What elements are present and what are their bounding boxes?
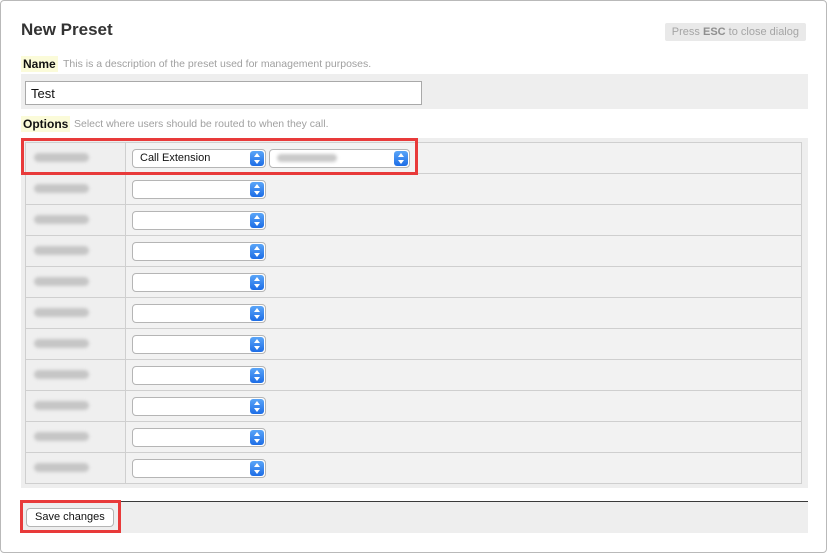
routing-type-select[interactable]	[132, 179, 266, 199]
phone-number-cell	[25, 235, 126, 267]
routing-type-select[interactable]: Call Extension	[132, 148, 266, 168]
option-row	[25, 173, 802, 205]
routing-cell	[125, 204, 802, 236]
phone-number-cell	[25, 421, 126, 453]
redacted-phone-number	[34, 432, 89, 441]
redacted-phone-number	[34, 463, 89, 472]
phone-number-cell	[25, 359, 126, 391]
select-arrows-icon	[250, 243, 264, 259]
redacted-phone-number	[34, 153, 89, 162]
routing-type-select[interactable]	[132, 458, 266, 478]
select-arrows-icon	[250, 398, 264, 414]
routing-cell	[125, 421, 802, 453]
esc-hint-key: ESC	[702, 26, 726, 38]
select-arrows-icon	[250, 336, 264, 352]
extension-select[interactable]	[269, 148, 410, 168]
routing-type-select[interactable]	[132, 241, 266, 261]
phone-number-cell	[25, 266, 126, 298]
redacted-phone-number	[34, 215, 89, 224]
options-table: Call Extension	[25, 142, 802, 484]
routing-cell	[125, 266, 802, 298]
select-arrows-icon	[250, 274, 264, 290]
name-label: Name	[21, 56, 58, 72]
phone-number-cell	[25, 328, 126, 360]
phone-number-cell	[25, 452, 126, 484]
redacted-phone-number	[34, 401, 89, 410]
name-description: This is a description of the preset used…	[63, 58, 372, 70]
routing-cell	[125, 297, 802, 329]
select-arrows-icon	[250, 181, 264, 197]
select-arrows-icon	[394, 150, 408, 166]
routing-type-select[interactable]	[132, 303, 266, 323]
redacted-phone-number	[34, 370, 89, 379]
option-row	[25, 421, 802, 453]
routing-cell: Call Extension	[125, 142, 802, 174]
options-label: Options	[21, 116, 71, 132]
redacted-phone-number	[34, 308, 89, 317]
phone-number-cell	[25, 204, 126, 236]
new-preset-dialog: New Preset Press ESC to close dialog Nam…	[0, 0, 827, 553]
redacted-extension-value	[277, 153, 337, 162]
routing-cell	[125, 390, 802, 422]
routing-type-select[interactable]	[132, 272, 266, 292]
redacted-phone-number	[34, 184, 89, 193]
routing-type-value: Call Extension	[140, 151, 211, 164]
routing-type-select[interactable]	[132, 210, 266, 230]
save-changes-button[interactable]: Save changes	[26, 508, 114, 527]
phone-number-cell	[25, 142, 126, 174]
esc-hint: Press ESC to close dialog	[664, 23, 806, 41]
esc-hint-suffix: to close dialog	[725, 26, 799, 38]
routing-cell	[125, 452, 802, 484]
routing-cell	[125, 235, 802, 267]
option-row	[25, 328, 802, 360]
routing-type-select[interactable]	[132, 334, 266, 354]
redacted-phone-number	[34, 246, 89, 255]
redacted-phone-number	[34, 339, 89, 348]
select-arrows-icon	[250, 212, 264, 228]
option-row: Call Extension	[25, 142, 802, 174]
option-row	[25, 204, 802, 236]
select-arrows-icon	[250, 367, 264, 383]
dialog-footer: Save changes	[21, 502, 808, 533]
routing-cell	[125, 173, 802, 205]
option-row	[25, 266, 802, 298]
select-arrows-icon	[250, 460, 264, 476]
select-arrows-icon	[250, 150, 264, 166]
select-arrows-icon	[250, 305, 264, 321]
phone-number-cell	[25, 173, 126, 205]
select-arrows-icon	[250, 429, 264, 445]
option-row	[25, 297, 802, 329]
routing-cell	[125, 359, 802, 391]
routing-type-select[interactable]	[132, 365, 266, 385]
option-row	[25, 390, 802, 422]
option-row	[25, 359, 802, 391]
option-row	[25, 452, 802, 484]
phone-number-cell	[25, 297, 126, 329]
routing-cell	[125, 328, 802, 360]
esc-hint-prefix: Press	[671, 26, 703, 38]
name-input[interactable]	[25, 81, 422, 105]
option-row	[25, 235, 802, 267]
options-container: Call Extension	[21, 138, 808, 488]
routing-type-select[interactable]	[132, 396, 266, 416]
name-field-container	[21, 74, 808, 109]
options-description: Select where users should be routed to w…	[74, 118, 329, 130]
phone-number-cell	[25, 390, 126, 422]
dialog-title: New Preset	[21, 20, 113, 39]
routing-type-select[interactable]	[132, 427, 266, 447]
redacted-phone-number	[34, 277, 89, 286]
